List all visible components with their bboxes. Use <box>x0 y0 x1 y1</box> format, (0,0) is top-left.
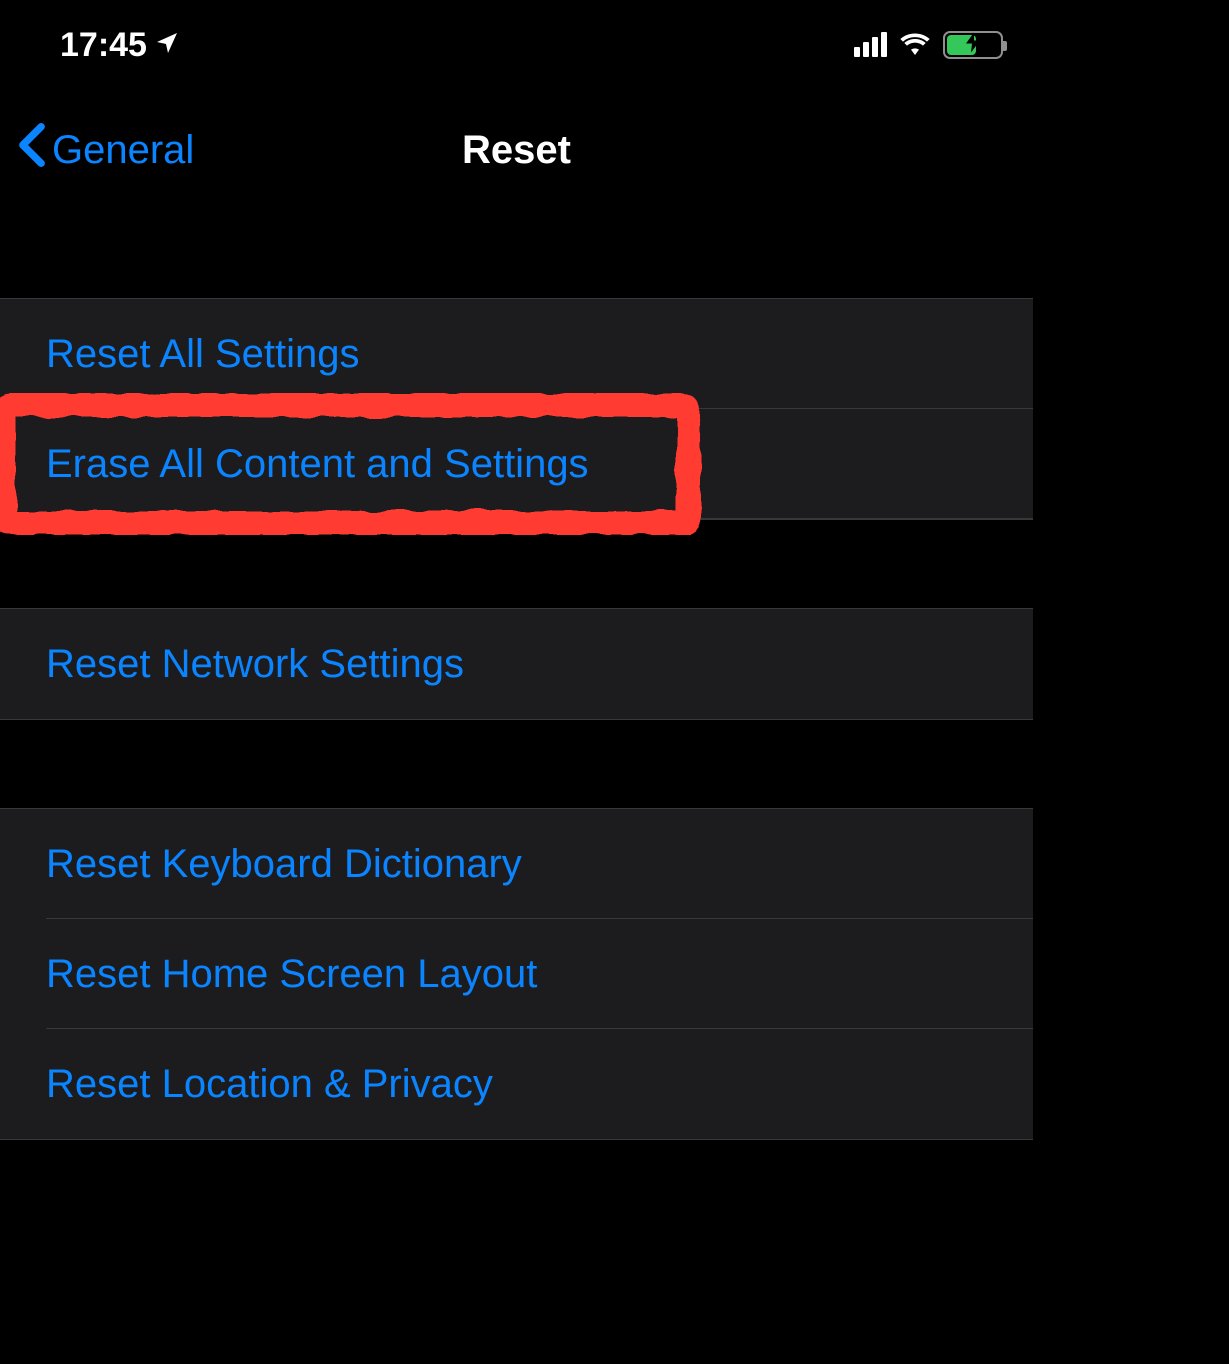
reset-network-item[interactable]: Reset Network Settings <box>0 609 1033 719</box>
list-item-label: Erase All Content and Settings <box>46 442 589 487</box>
list-item-label: Reset Home Screen Layout <box>46 952 537 997</box>
reset-all-settings-item[interactable]: Reset All Settings <box>0 299 1033 409</box>
group-spacer <box>0 210 1033 298</box>
status-left: 17:45 <box>30 26 179 65</box>
page-title: Reset <box>462 128 571 173</box>
location-icon <box>155 31 179 60</box>
list-item-label: Reset Keyboard Dictionary <box>46 842 522 887</box>
wifi-icon <box>899 31 931 60</box>
reset-keyboard-item[interactable]: Reset Keyboard Dictionary <box>0 809 1033 919</box>
cellular-signal-icon <box>854 33 887 57</box>
list-item-label: Reset Location & Privacy <box>46 1062 493 1107</box>
list-item-label: Reset All Settings <box>46 332 360 377</box>
chevron-left-icon <box>18 123 46 177</box>
battery-icon <box>943 31 1003 59</box>
reset-home-screen-item[interactable]: Reset Home Screen Layout <box>0 919 1033 1029</box>
list-group-2: Reset Network Settings <box>0 608 1033 720</box>
list-item-label: Reset Network Settings <box>46 642 464 687</box>
group-spacer <box>0 520 1033 608</box>
status-bar: 17:45 <box>0 0 1033 90</box>
back-button[interactable]: General <box>0 123 194 177</box>
status-time: 17:45 <box>60 26 147 65</box>
list-group-3: Reset Keyboard Dictionary Reset Home Scr… <box>0 808 1033 1140</box>
erase-all-content-item[interactable]: Erase All Content and Settings <box>0 409 1033 519</box>
status-right <box>854 31 1003 60</box>
group-spacer <box>0 720 1033 808</box>
reset-location-privacy-item[interactable]: Reset Location & Privacy <box>0 1029 1033 1139</box>
back-label: General <box>52 128 194 173</box>
nav-bar: General Reset <box>0 90 1033 210</box>
battery-charging-icon <box>966 33 980 58</box>
list-group-1: Reset All Settings Erase All Content and… <box>0 298 1033 520</box>
screen: 17:45 <box>0 0 1033 1146</box>
